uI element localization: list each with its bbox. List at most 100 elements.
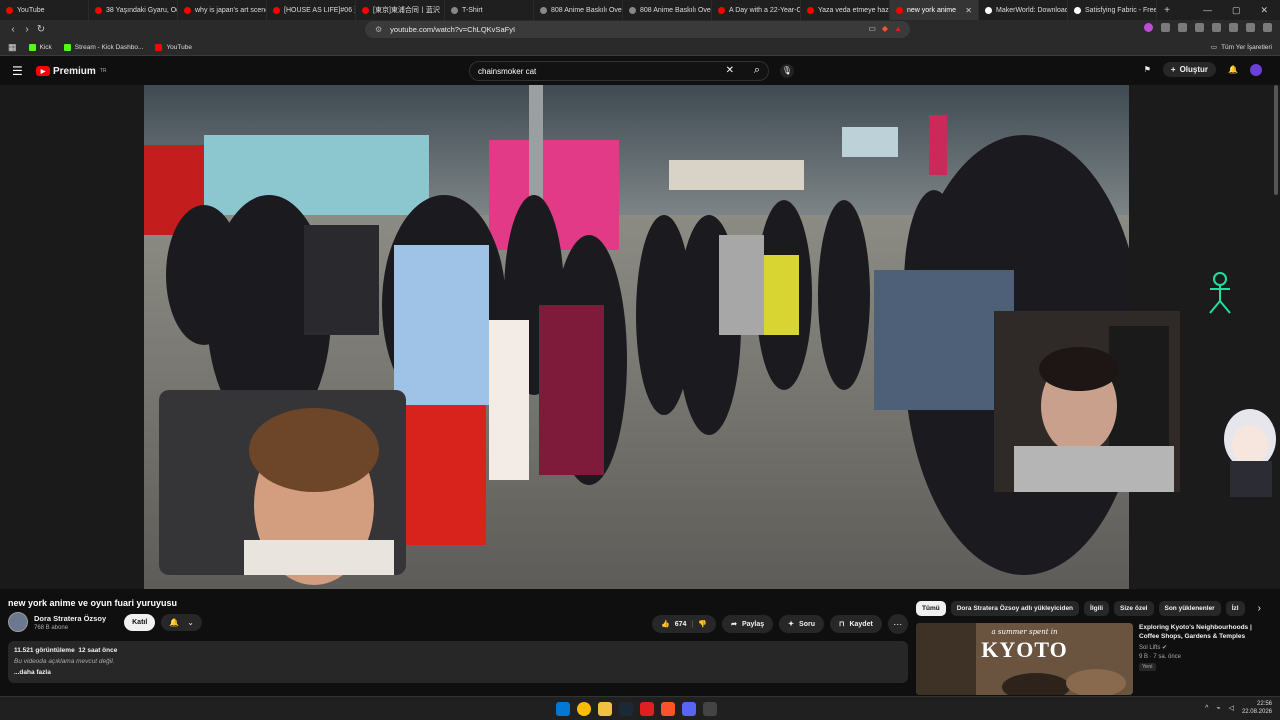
share-button[interactable]: ➦ Paylaş [722,615,774,633]
taskbar-app-icon[interactable] [703,702,717,716]
filter-chip[interactable]: Son yüklenenler [1158,601,1221,616]
tray-chevron-icon[interactable]: ^ [1205,705,1208,712]
network-icon[interactable]: ⌁ [1216,704,1220,712]
join-button[interactable]: Katıl [124,613,156,631]
extension-icon[interactable] [1161,23,1170,32]
new-tab-button[interactable]: + [1157,5,1177,16]
browser-tab[interactable]: A Day with a 22-Year-O [712,0,801,20]
taskbar-app-icon[interactable] [661,702,675,716]
thumbnail-subtitle: a summer spent in [991,628,1058,636]
ask-button[interactable]: ✦ Soru [779,615,824,633]
brave-shield-icon[interactable]: ◆ [882,24,888,33]
browser-tab[interactable]: 808 Anime Baskılı Overs [623,0,712,20]
browser-tab[interactable]: 808 Anime Baskılı Overs [534,0,623,20]
clock[interactable]: 22:56 22.08.2026 [1242,700,1272,716]
taskbar-app-icon[interactable] [682,702,696,716]
taskbar-app-icon[interactable] [619,702,633,716]
taskbar-app-icon[interactable] [598,702,612,716]
cast-icon[interactable]: ⚑ [1144,65,1151,74]
tab-close-icon[interactable]: ✕ [965,6,972,15]
more-actions-icon[interactable]: ⋯ [887,614,908,634]
like-count[interactable]: 674 [675,621,687,628]
browser-tab[interactable]: new york anime ✕ [890,0,979,20]
filter-chip[interactable]: İzl [1225,601,1245,616]
show-more-link[interactable]: ...daha fazla [14,669,902,676]
recommended-title[interactable]: Exploring Kyoto's Neighbourhoods | Coffe… [1139,623,1269,641]
extension-icon[interactable] [1178,23,1187,32]
filter-chip[interactable]: Tümü [916,601,946,616]
browser-tab[interactable]: Satisfying Fabric - Free [1068,0,1157,20]
taskbar-app-icon[interactable] [640,702,654,716]
bookmark-item[interactable]: YouTube [155,43,192,51]
chevron-right-icon[interactable]: › [1258,603,1261,614]
tab-label: 808 Anime Baskılı Overs [551,6,623,14]
taskbar-app-icon[interactable] [556,702,570,716]
vpn-icon[interactable] [1246,23,1255,32]
bell-icon: 🔔 [169,617,180,627]
page-scrollbar[interactable] [1274,85,1278,195]
recommended-video[interactable]: a summer spent in KYOTO Exploring Kyoto'… [916,623,1269,695]
notifications-bell-icon[interactable]: 🔔 [1228,65,1238,74]
browser-tab[interactable]: [HOUSE AS LIFE]#06 蓝 [267,0,356,20]
browser-tab[interactable]: Yaza veda etmeye hazır [801,0,890,20]
url-text: youtube.com/watch?v=ChLQKvSaFyI [390,25,516,34]
youtube-logo[interactable]: ▶ Premium TR [36,66,106,77]
reload-icon[interactable]: ↻ [34,24,48,35]
browser-tab[interactable]: 38 Yaşındaki Gyaru, Oca [89,0,178,20]
thumbs-down-icon[interactable]: 👎 [698,620,707,628]
save-button[interactable]: ⊓ Kaydet [829,615,882,633]
channel-avatar[interactable] [8,612,28,632]
tab-label: 808 Anime Baskılı Overs [640,6,712,14]
chevron-down-icon: ⌄ [187,617,194,627]
bookmark-item[interactable]: Stream - Kick Dashbo... [63,43,143,51]
browser-tab[interactable]: why is japan's art scene [178,0,267,20]
bookmark-favicon-icon [28,43,36,51]
video-player[interactable] [0,85,1280,589]
rewards-icon[interactable]: ▲ [894,24,902,33]
cast-icon[interactable]: ▭ [868,24,876,33]
hamburger-menu-icon[interactable]: ☰ [12,64,24,78]
recommended-channel[interactable]: Sol Lifts ✔ [1139,644,1269,651]
maximize-icon[interactable]: ▢ [1232,5,1241,16]
browser-tab[interactable]: YouTube [0,0,89,20]
subscription-bell-button[interactable]: 🔔 ⌄ [161,613,202,631]
apps-grid-icon[interactable]: ▦ [8,42,17,53]
recommended-thumbnail[interactable]: a summer spent in KYOTO [916,623,1133,695]
sidebar-icon[interactable] [1195,23,1204,32]
back-icon[interactable]: ‹ [6,24,20,35]
description-box[interactable]: 11.521 görüntüleme 12 saat önce Bu video… [8,641,908,683]
browser-tab[interactable]: T-Shirt [445,0,534,20]
browser-tab[interactable]: MakerWorld: Download [979,0,1068,20]
filter-chip[interactable]: Dora Stratera Özsoy adlı yükleyiciden [950,601,1080,616]
wallet-icon[interactable] [1212,23,1221,32]
create-button[interactable]: + Oluştur [1162,62,1217,77]
search-input[interactable]: chainsmoker cat ✕ ⌕ [469,61,769,81]
thumbnail-title: KYOTO [981,637,1068,662]
filter-chip[interactable]: İlgili [1084,601,1110,616]
channel-name[interactable]: Dora Stratera Özsoy [34,614,106,623]
account-avatar[interactable] [1250,63,1262,76]
close-icon[interactable]: ✕ [1260,5,1268,16]
taskbar-app-icon[interactable] [577,702,591,716]
search-icon[interactable]: ⌕ [754,64,760,77]
clear-search-icon[interactable]: ✕ [726,65,734,76]
minimize-icon[interactable]: — [1203,5,1212,16]
player-left-margin [0,85,144,589]
volume-icon[interactable]: ◁ [1229,704,1234,712]
browser-tab[interactable]: [東京]東浦合同丨蓝沢 [356,0,445,20]
video-frame[interactable] [144,85,1129,589]
bookmark-list: Kick Stream - Kick Dashbo... YouTube [28,43,192,51]
thumbs-up-icon[interactable]: 👍 [661,620,670,628]
all-bookmarks[interactable]: ▭ Tüm Yer İşaretleri [1211,43,1272,52]
forward-icon[interactable]: › [20,24,34,35]
tab-favicon-icon [1074,6,1081,14]
menu-icon[interactable] [1263,23,1272,32]
microphone-icon[interactable]: 🎙 [780,64,794,78]
filter-chip[interactable]: Size özel [1114,601,1154,616]
site-info-icon[interactable]: ⚙ [375,25,382,34]
address-bar[interactable]: ⚙ youtube.com/watch?v=ChLQKvSaFyI ▭ ◆ ▲ [365,21,910,38]
bookmark-label: Kick [39,43,52,51]
bookmark-item[interactable]: Kick [28,43,52,51]
profile-extension-icon[interactable] [1144,23,1153,32]
leo-icon[interactable] [1229,23,1238,32]
